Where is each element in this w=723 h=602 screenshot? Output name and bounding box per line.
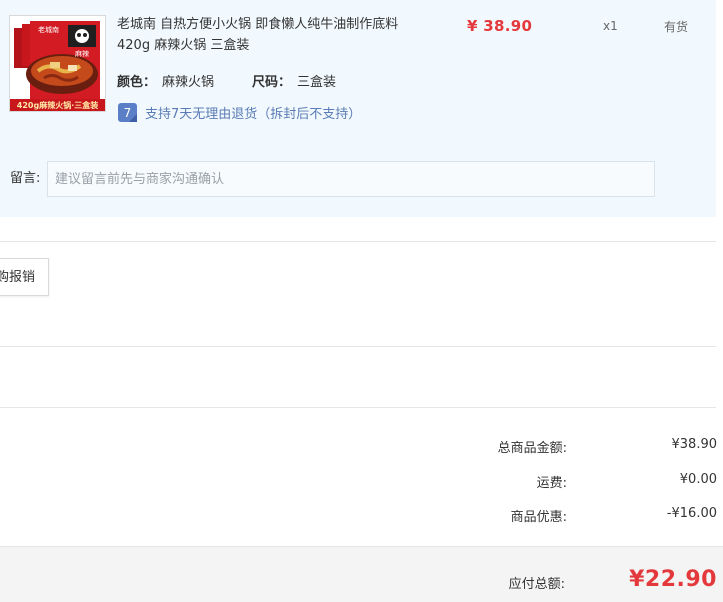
size-value: 三盒装 — [297, 75, 337, 90]
product-attributes: 颜色： 麻辣火锅 尺码： 三盒装 — [117, 71, 336, 90]
invoice-button[interactable]: 购报销 — [0, 258, 49, 296]
message-label: 留言: — [10, 171, 41, 186]
return-badge-number: 7 — [124, 106, 132, 120]
product-title[interactable]: 老城南 自热方便小火锅 即食懒人纯牛油制作底料420g 麻辣火锅 三盒装 — [117, 14, 407, 56]
product-image: 420g麻辣火锅·三盒装 老城南 麻辣 — [10, 16, 105, 111]
divider — [0, 346, 716, 347]
thumb-caption: 420g麻辣火锅·三盒装 — [17, 100, 98, 110]
return-policy-text: 支持7天无理由退货（拆封后不支持） — [145, 107, 362, 122]
stock-status: 有货 — [664, 20, 689, 34]
discount-value: -¥16.00 — [666, 506, 717, 521]
product-thumbnail[interactable]: 420g麻辣火锅·三盒装 老城南 麻辣 — [9, 15, 106, 112]
payable-total-value: ¥22.90 — [629, 567, 717, 592]
order-item-panel: 420g麻辣火锅·三盒装 老城南 麻辣 老城南 自热方便小火锅 即食懒人纯牛油制… — [0, 0, 716, 217]
seven-day-return-icon: 7 — [118, 103, 137, 122]
size-label: 尺码： — [252, 75, 292, 90]
shipping-row: 运费: ¥0.00 — [0, 472, 723, 492]
return-policy: 7 支持7天无理由退货（拆封后不支持） — [118, 103, 361, 122]
goods-total-row: 总商品金额: ¥38.90 — [0, 437, 723, 457]
divider — [0, 241, 716, 242]
message-input[interactable] — [47, 161, 655, 197]
thumb-panel-text: 麻辣 — [75, 49, 89, 58]
shipping-value: ¥0.00 — [679, 472, 717, 487]
thumb-brand: 老城南 — [38, 25, 59, 34]
goods-total-value: ¥38.90 — [671, 437, 718, 452]
color-value: 麻辣火锅 — [162, 75, 215, 90]
payable-total-bar: 应付总额: ¥22.90 — [0, 546, 723, 602]
color-label: 颜色： — [117, 75, 157, 90]
product-quantity: x1 — [603, 19, 618, 33]
discount-label: 商品优惠: — [510, 510, 567, 525]
goods-total-label: 总商品金额: — [497, 441, 567, 456]
product-price: ¥ 38.90 — [467, 17, 533, 35]
shipping-label: 运费: — [536, 476, 567, 491]
payable-total-label: 应付总额: — [508, 577, 565, 592]
divider — [0, 407, 716, 408]
discount-row: 商品优惠: -¥16.00 — [0, 506, 723, 526]
